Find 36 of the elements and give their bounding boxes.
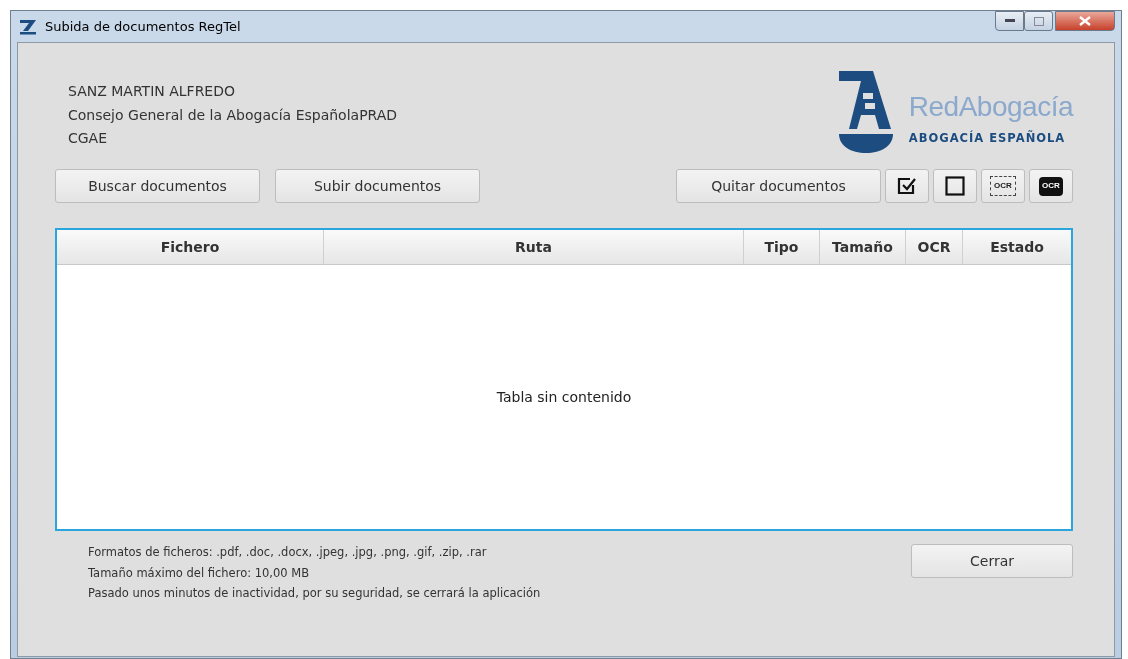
info-note: Pasado unos minutos de inactividad, por su seguridad, se cerrará la aplicación: [88, 585, 541, 602]
scales-logo-icon: [838, 71, 893, 153]
window-title: Subida de documentos RegTel: [45, 19, 241, 34]
column-header[interactable]: Tamaño: [820, 230, 906, 264]
column-header[interactable]: Tipo: [744, 230, 820, 264]
ocr-scan-icon: OCR: [990, 176, 1016, 196]
minimize-icon: [1004, 19, 1015, 23]
column-header[interactable]: Ruta: [324, 230, 744, 264]
icon-button[interactable]: [933, 169, 977, 203]
logo-subtitle: ABOGACÍA ESPAÑOLA: [908, 131, 1067, 145]
maximize-icon: [1033, 16, 1044, 26]
remove-button[interactable]: Quitar documentos: [676, 169, 881, 203]
close-button[interactable]: [1055, 11, 1115, 31]
maximize-button[interactable]: [1024, 11, 1053, 31]
minimize-button[interactable]: [995, 11, 1024, 31]
action-button[interactable]: Buscar documentos: [55, 169, 260, 203]
close-dialog-button[interactable]: Cerrar: [911, 544, 1073, 578]
icon-button[interactable]: OCR: [1029, 169, 1073, 203]
ocr-icon: OCR: [1039, 176, 1063, 196]
column-header[interactable]: OCR: [906, 230, 963, 264]
column-header[interactable]: Estado: [963, 230, 1071, 264]
user-info-text: CGAE: [68, 129, 109, 148]
icon-button[interactable]: OCR: [981, 169, 1025, 203]
checkbox-empty-icon: [945, 176, 965, 196]
empty-table-message: Tabla sin contenido: [496, 389, 632, 405]
action-button[interactable]: Subir documentos: [275, 169, 480, 203]
logo-name: RedAbogacía: [908, 91, 1073, 123]
checkbox-checked-icon: [897, 176, 917, 196]
column-header[interactable]: Fichero: [57, 230, 324, 264]
close-icon: [1079, 16, 1091, 26]
info-note: Formatos de ficheros: .pdf, .doc, .docx, .jpeg, .jpg, .png, .gif, .zip, .rar: [88, 544, 488, 561]
info-note: Tamaño máximo del fichero: 10,00 MB: [88, 564, 311, 582]
user-info-text: Consejo General de la Abogacía EspañolaPRAD: [68, 105, 398, 125]
app-logo-icon: [19, 18, 37, 35]
user-info-text: SANZ MARTIN ALFREDO: [68, 82, 236, 101]
icon-button[interactable]: [885, 169, 929, 203]
